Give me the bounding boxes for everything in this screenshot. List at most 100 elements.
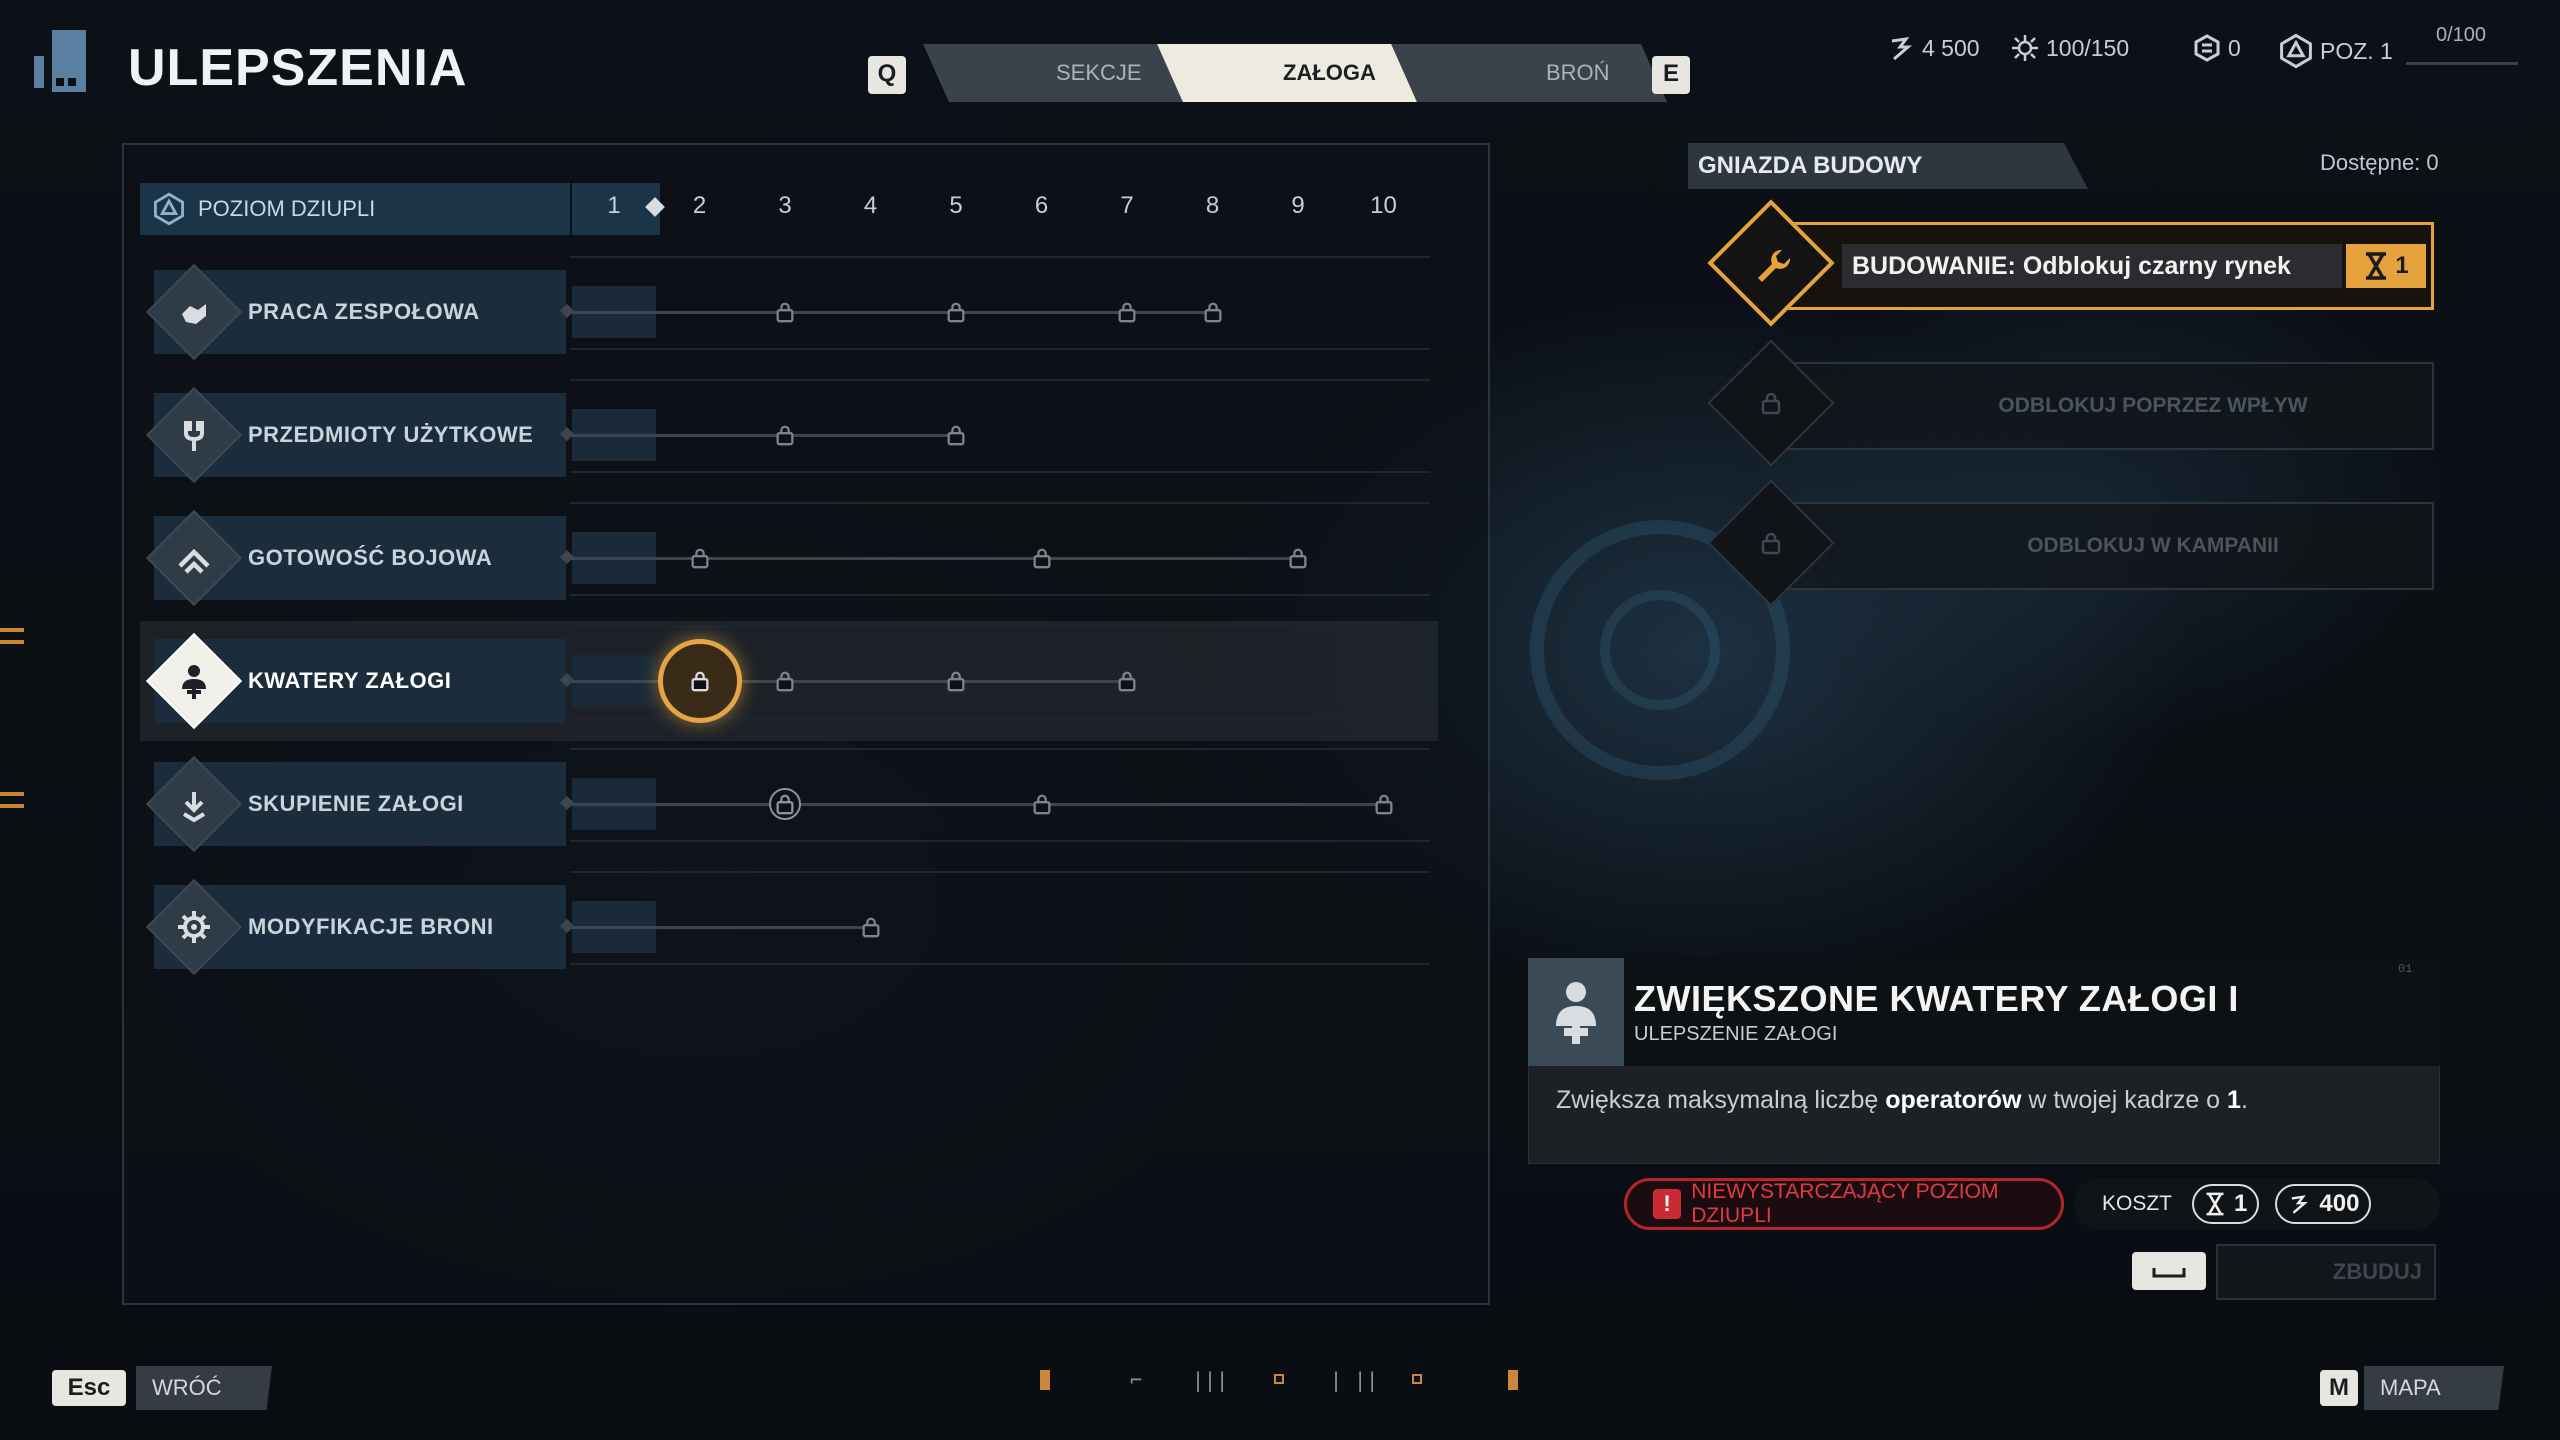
page-indicator [1040,1370,1050,1390]
level-column-10: 10 [1370,192,1397,219]
row-label-text: MODYFIKACJE BRONI [248,914,494,939]
page-indicator [1274,1374,1284,1384]
detail-title: ZWIĘKSZONE KWATERY ZAŁOGI I [1634,978,2239,1019]
lock-icon[interactable] [1373,793,1395,815]
page-indicator: ⌐ [1130,1368,1143,1392]
map-key[interactable]: M [2320,1370,2358,1406]
row-divider [570,502,1430,504]
slots-available: Dostępne: 0 [2320,150,2439,175]
hideout-badge-icon [153,192,185,226]
warning-icon: ! [1653,1189,1682,1219]
page-title: ULEPSZENIA [128,39,468,97]
wrench-icon [1748,240,1800,292]
upgrade-track [568,434,956,437]
lock-icon[interactable] [1031,793,1053,815]
lock-icon [774,793,796,815]
upgrade-track [568,803,1384,806]
desc-bold: operatorów [1885,1086,2022,1114]
hideout-level-header: POZIOM DZIUPLI [140,183,570,235]
build-slot-locked-campaign: ODBLOKUJ W KAMPANII [1772,502,2434,590]
level-column-4: 4 [863,192,878,219]
level-column-2: 2 [692,192,707,219]
tab-prev-key[interactable]: Q [868,56,906,94]
energy-value: 100/150 [2046,34,2130,61]
lock-icon [689,670,711,692]
level-column-5: 5 [949,192,963,219]
back-button[interactable]: WRÓĆ [136,1366,272,1410]
currency-readout: 4 500 [1886,33,1980,63]
row-divider [570,256,1430,258]
lock-icon[interactable] [689,547,711,569]
crew-medic-icon [1528,958,1624,1066]
lock-icon[interactable] [774,670,796,692]
back-label: WRÓĆ [152,1375,222,1400]
lock-icon[interactable] [774,424,796,446]
cost-currency-value: 400 [2319,1190,2360,1217]
build-slot-locked-influence: ODBLOKUJ POPRZEZ WPŁYW [1772,362,2434,450]
rank-badge-icon [2280,33,2312,69]
desc-text: . [2240,1086,2248,1114]
level-value: POZ. 1 [2320,37,2393,64]
lock-icon[interactable] [945,424,967,446]
cost-box: KOSZT 1 400 [2074,1178,2440,1230]
crew-medic-icon [172,659,216,703]
page-indicator [1412,1374,1422,1384]
background-ring-inner [1600,590,1720,710]
back-key[interactable]: Esc [52,1370,126,1406]
tab-weapons[interactable]: BROŃ [1391,44,1667,102]
tab-next-key[interactable]: E [1652,56,1690,94]
row-divider [570,625,1430,627]
build-slot-label-box: BUDOWANIE: Odblokuj czarny rynek [1842,244,2342,288]
lock-icon[interactable] [774,301,796,323]
sun-icon [2012,35,2038,61]
token-icon [2194,34,2220,62]
upgrade-track [568,557,1298,560]
row-label-text: GOTOWOŚĆ BOJOWA [248,545,493,570]
page-indicator: | || [1330,1368,1379,1392]
build-slots-header: GNIAZDA BUDOWY [1688,143,2088,189]
build-label: ZBUDUJ [2332,1259,2422,1284]
hideout-logo-icon [30,30,96,92]
warning-text: NIEWYSTARCZAJĄCY POZIOM DZIUPLI [1691,1180,1999,1227]
level-readout: POZ. 1 [2278,33,2393,69]
gear-icon [172,905,216,949]
lock-icon[interactable] [1202,301,1224,323]
level-column-3: 3 [778,192,792,219]
upgrade-track [568,680,1127,683]
edge-marker [0,792,24,796]
build-slots-title: GNIAZDA BUDOWY [1698,152,1923,179]
xp-value: 0/100 [2436,24,2487,46]
scrap-icon [2292,1195,2309,1214]
tab-label: SEKCJE [1056,60,1142,85]
lock-icon [1759,531,1783,559]
row-divider [570,963,1430,965]
desc-bold: 1 [2227,1086,2241,1114]
build-time-badge: 1 [2346,244,2426,288]
desc-text: w twojej kadrze o [2021,1086,2228,1114]
lock-icon[interactable] [945,301,967,323]
lock-icon[interactable] [1116,301,1138,323]
tokens-value: 0 [2228,34,2241,61]
build-button[interactable]: ZBUDUJ [2216,1244,2436,1300]
lock-icon[interactable] [1116,670,1138,692]
row-divider [570,348,1430,350]
tab-sections[interactable]: SEKCJE [923,44,1199,102]
tokens-readout: 0 [2192,33,2241,63]
row-label-text: PRZEDMIOTY UŻYTKOWE [248,422,534,447]
hourglass-icon [2366,252,2387,280]
hourglass-icon [2206,1192,2224,1216]
lock-icon[interactable] [1031,547,1053,569]
level-column-1: 1 [607,192,621,219]
tab-crew[interactable]: ZAŁOGA [1157,44,1433,102]
lock-icon[interactable] [1287,547,1309,569]
map-button[interactable]: MAPA [2364,1366,2504,1410]
cost-currency-pill: 400 [2275,1184,2372,1224]
lock-icon[interactable] [860,916,882,938]
row-label-text: PRACA ZESPOŁOWA [248,299,480,324]
hideout-level-label: POZIOM DZIUPLI [198,196,376,221]
cost-time-value: 1 [2234,1190,2248,1217]
row-divider [570,840,1430,842]
space-key-icon[interactable] [2132,1252,2206,1290]
tool-fork-icon [172,413,216,457]
lock-icon[interactable] [945,670,967,692]
